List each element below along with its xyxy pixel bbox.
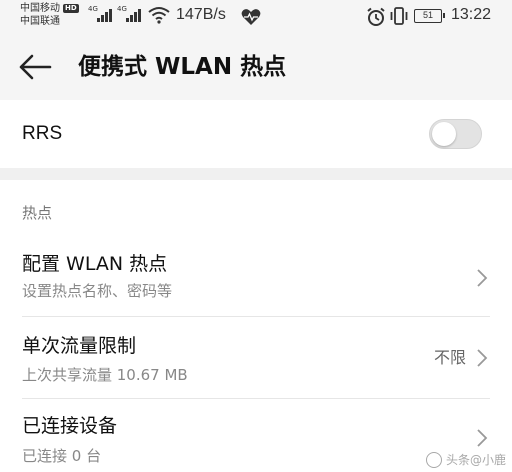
title-bar: 便携式 WLAN 热点 xyxy=(0,34,512,100)
item-title: 配置 WLAN 热点 xyxy=(22,253,168,275)
chevron-right-icon xyxy=(477,349,488,367)
toggle-knob xyxy=(432,122,456,146)
item-title: 单次流量限制 xyxy=(22,335,137,357)
watermark: 头条@小鹿 xyxy=(425,451,506,468)
battery-level: 51 xyxy=(422,10,433,20)
vibrate-icon xyxy=(390,7,408,25)
rrs-toggle[interactable] xyxy=(429,119,482,149)
section-title: 热点 xyxy=(22,204,53,222)
carrier-1: 中国移动 xyxy=(20,3,60,14)
item-subtitle: 设置热点名称、密码等 xyxy=(22,282,173,300)
hotspot-section: 热点 配置 WLAN 热点 设置热点名称、密码等 单次流量限制 上次共享流量 1… xyxy=(0,180,512,472)
item-title: 已连接设备 xyxy=(22,415,118,437)
carrier-2: 中国联通 xyxy=(20,16,60,27)
status-time: 13:22 xyxy=(451,6,492,23)
status-bar: 中国移动 HD 中国联通 4G 4G 147B/s 51 13:22 xyxy=(0,0,512,34)
configure-hotspot-item[interactable]: 配置 WLAN 热点 设置热点名称、密码等 xyxy=(0,244,512,314)
signal-icon: 4G xyxy=(117,6,141,24)
signal-indicators: 4G 4G xyxy=(88,6,170,24)
divider xyxy=(22,398,490,399)
rrs-label: RRS xyxy=(22,123,63,144)
item-subtitle: 已连接 0 台 xyxy=(22,447,102,465)
hd-badge: HD xyxy=(63,4,79,13)
battery-icon: 51 xyxy=(414,9,445,23)
network-speed: 147B/s xyxy=(176,6,226,23)
carrier-info: 中国移动 HD 中国联通 xyxy=(20,2,79,28)
rrs-row: RRS xyxy=(0,100,512,168)
wifi-icon xyxy=(148,7,170,24)
section-gap xyxy=(0,168,512,180)
signal-icon: 4G xyxy=(88,6,112,24)
chevron-right-icon xyxy=(477,269,488,287)
back-arrow-icon[interactable] xyxy=(18,52,54,82)
heart-icon xyxy=(241,9,261,25)
data-limit-item[interactable]: 单次流量限制 上次共享流量 10.67 MB 不限 xyxy=(0,320,512,396)
divider xyxy=(22,316,490,317)
alarm-icon xyxy=(367,7,385,26)
item-value: 不限 xyxy=(433,348,466,367)
watermark-logo-icon xyxy=(425,451,442,468)
watermark-text: 头条@小鹿 xyxy=(445,453,506,467)
item-subtitle: 上次共享流量 10.67 MB xyxy=(22,366,188,384)
page-title: 便携式 WLAN 热点 xyxy=(78,54,287,80)
chevron-right-icon xyxy=(477,429,488,447)
